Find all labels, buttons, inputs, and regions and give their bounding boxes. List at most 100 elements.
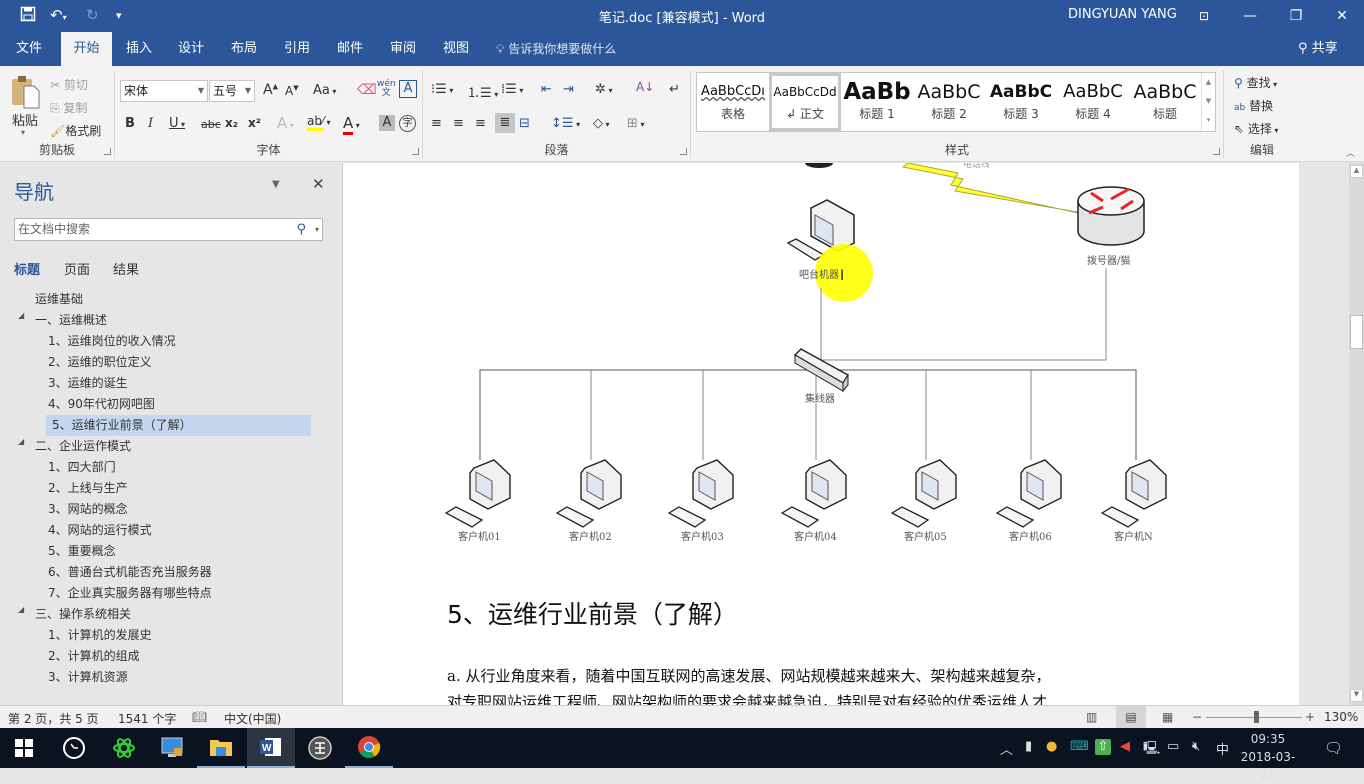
text-effects-button[interactable]: A ▾ [277,114,294,132]
change-case-button[interactable]: Aa ▾ [313,83,336,98]
nav-tree-item[interactable]: 二、企业运作模式 [35,436,131,457]
show-hidden-icons[interactable]: ︿ [1000,739,1013,758]
taskbar-word[interactable]: W [247,728,295,768]
nav-tree-item[interactable]: 6、普通台式机能否充当服务器 [48,562,212,583]
style-heading-1[interactable]: AaBb 标题 1 [841,73,913,131]
tray-keyboard-icon[interactable]: ⌨ [1070,739,1089,754]
action-center-icon[interactable]: 🗨︎ [1324,739,1343,757]
taskbar-file-explorer[interactable] [197,728,245,768]
style-normal[interactable]: AaBbCcDd ↲ 正文 [769,73,841,131]
subscript-button[interactable]: x₂ [225,116,238,130]
tab-view[interactable]: 视图 [435,32,477,66]
font-name-combo[interactable]: 宋体 ▼ [120,80,208,102]
start-button[interactable] [0,728,48,768]
ribbon-display-options-button[interactable]: ⊡ [1184,4,1224,28]
cut-button[interactable]: ✂ 剪切 [50,76,88,93]
tab-design[interactable]: 设计 [170,32,212,66]
taskbar-network-tool[interactable] [296,728,344,768]
taskbar-atom-app[interactable] [100,728,148,768]
scroll-up-icon[interactable]: ▲ [1350,165,1363,178]
bold-button[interactable]: B [125,116,135,131]
style-heading-3[interactable]: AaBbC 标题 3 [985,73,1057,131]
nav-tab-headings[interactable]: 标题 [14,259,40,278]
tab-references[interactable]: 引用 [276,32,318,66]
expand-collapse-icon[interactable]: ◢ [18,605,24,614]
phonetic-guide-button[interactable]: wén 文 [377,80,396,98]
scroll-thumb[interactable] [1350,315,1363,349]
zoom-in-button[interactable]: + [1305,710,1315,724]
nav-tree-item[interactable]: 3、网站的概念 [48,499,128,520]
word-count[interactable]: 1541 个字 [118,710,176,727]
collapse-ribbon-icon[interactable]: ︿ [1346,146,1355,159]
tray-battery-icon[interactable]: ▭ [1167,739,1179,754]
nav-tree-item[interactable]: 4、90年代初网吧图 [48,394,155,415]
nav-options-icon[interactable]: ▼ [272,179,280,190]
taskbar-chrome[interactable] [345,728,393,768]
clear-formatting-icon[interactable]: ⌫ [357,82,377,98]
numbering-button[interactable]: ⒈☰ ▾ [467,82,498,101]
font-color-button[interactable]: A ▾ [343,114,360,135]
nav-search-input[interactable]: 在文档中搜索 ⚲ ▾ [14,218,323,241]
bullets-button[interactable]: ⁝☰ ▾ [431,82,453,97]
underline-button[interactable]: U ▾ [169,116,185,131]
strikethrough-button[interactable]: abc [201,118,221,131]
center-button[interactable]: ≡ [453,116,464,131]
tab-layout[interactable]: 布局 [223,32,265,66]
ime-indicator[interactable]: 中 [1216,739,1229,758]
paragraph-launcher[interactable] [680,148,687,155]
enclose-characters-button[interactable]: 字 [399,115,416,132]
expand-collapse-icon[interactable]: ◢ [18,311,24,320]
show-formatting-marks-button[interactable]: ↵ [669,82,680,97]
clipboard-launcher[interactable] [104,148,111,155]
highlight-button[interactable]: ab⁄ ▾ [307,114,331,131]
style-title[interactable]: AaBbC 标题 [1129,73,1201,131]
tray-volume-muted-icon[interactable]: 🔇︎ [1192,739,1200,754]
shrink-font-button[interactable]: A▼ [285,84,299,98]
font-size-combo[interactable]: 五号 ▼ [209,80,255,102]
vertical-scrollbar[interactable]: ▲ ▼ [1349,163,1364,705]
grow-font-button[interactable]: A▲ [263,82,278,98]
select-button[interactable]: ⇖ 选择 ▾ [1234,120,1278,137]
tell-me-box[interactable]: 💡︎ 告诉我你想要做什么 [496,32,616,66]
style-heading-4[interactable]: AaBbC 标题 4 [1057,73,1129,131]
chinese-layout-button[interactable]: ✲ ▾ [595,82,612,97]
styles-scroll[interactable]: ▲ ▼ ▾ [1201,73,1215,131]
user-name[interactable]: DINGYUAN YANG [1068,7,1177,22]
nav-tree-item[interactable]: 7、企业真实服务器有哪些特点 [48,583,212,604]
tab-mailings[interactable]: 邮件 [329,32,371,66]
nav-tree-item[interactable]: 5、重要概念 [48,541,116,562]
scroll-down-icon[interactable]: ▼ [1350,689,1363,702]
nav-tree-item[interactable]: 一、运维概述 [35,310,107,331]
copy-button[interactable]: ⎘ 复制 [50,99,87,116]
tab-review[interactable]: 审阅 [382,32,424,66]
share-button[interactable]: ⚲ 共享 [1298,32,1338,66]
character-shading-button[interactable]: A [379,115,395,131]
nav-tab-results[interactable]: 结果 [113,259,139,278]
styles-launcher[interactable] [1213,148,1220,155]
superscript-button[interactable]: x² [248,116,261,130]
language[interactable]: 中文(中国) [224,710,281,727]
web-layout-icon[interactable]: ▦ [1162,710,1173,724]
clock[interactable]: 09:35 2018-03-21 [1236,730,1300,784]
sort-button[interactable]: A↓ [636,80,654,94]
align-left-button[interactable]: ≡ [431,116,442,131]
nav-close-icon[interactable]: ✕ [312,175,325,193]
nav-tree-item[interactable]: 1、计算机的发展史 [48,625,152,646]
format-painter-button[interactable]: 🖌︎格式刷 [50,122,101,139]
document-page[interactable]: 电话线 吧台机器 I 拨号器/猫 集线器 客户机01 客户机02 客户机03 客… [343,163,1299,705]
borders-button[interactable]: ⊞ ▾ [627,116,644,131]
style-heading-2[interactable]: AaBbC 标题 2 [913,73,985,131]
find-button[interactable]: ⚲ 查找 ▾ [1234,74,1277,91]
proofing-icon[interactable]: 📖︎ [192,710,207,724]
paste-dropdown-icon[interactable]: ▾ [21,128,25,137]
tray-speaker-icon[interactable]: ◀ [1120,739,1130,754]
nav-tree-item[interactable]: 三、操作系统相关 [35,604,131,625]
search-icon[interactable]: ⚲ [296,219,306,240]
search-dropdown-icon[interactable]: ▾ [315,219,319,240]
align-right-button[interactable]: ≡ [475,116,486,131]
zoom-out-button[interactable]: − [1192,710,1202,724]
nav-tree-item[interactable]: 5、运维行业前景（了解） [46,415,311,436]
read-mode-icon[interactable]: ▥ [1086,710,1097,724]
character-border-button[interactable]: A [399,80,417,98]
nav-tree-item[interactable]: 2、运维的职位定义 [48,352,152,373]
